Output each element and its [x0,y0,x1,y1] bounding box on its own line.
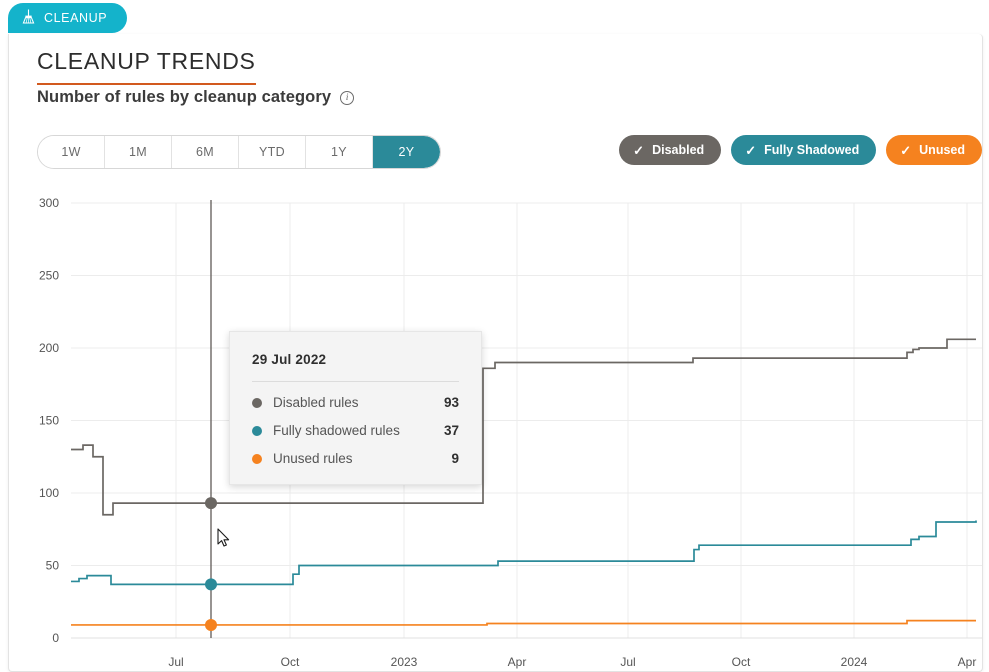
tooltip-value-fully-shadowed: 37 [444,423,459,438]
tooltip-label-unused: Unused rules [273,451,451,466]
y-axis-tick: 200 [39,341,59,355]
series-legend: ✓ Disabled ✓ Fully Shadowed ✓ Unused [619,135,982,165]
x-axis-tick: 2024 [841,655,868,669]
x-axis-tick: Oct [732,655,751,669]
cleanup-trends-card: CLEANUP TRENDS Number of rules by cleanu… [8,34,983,672]
series-dot-fully-shadowed [252,426,262,436]
y-axis-tick: 150 [39,414,59,428]
tab-strip: CLEANUP [0,0,989,36]
chart-canvas[interactable]: 0 50 100 150 200 250 300 Jul Oct 2023 Apr Jul Oct 202… [9,34,983,672]
broom-icon [22,9,35,27]
trend-chart[interactable]: 0 50 100 150 200 250 300 Jul Oct 2023 Apr Jul Oct 202… [9,34,983,672]
y-axis-tick: 300 [39,196,59,210]
legend-pill-unused[interactable]: ✓ Unused [886,135,982,165]
series-line [71,521,976,585]
info-circle-icon[interactable]: i [340,91,354,105]
x-axis-tick: Jul [620,655,635,669]
tooltip-row-unused: Unused rules 9 [252,451,459,466]
range-option-1y[interactable]: 1Y [306,136,373,168]
time-range-selector[interactable]: 1W 1M 6M YTD 1Y 2Y [37,135,441,169]
x-axis-tick: Jul [168,655,183,669]
tooltip-label-fully-shadowed: Fully shadowed rules [273,423,444,438]
hover-marker [205,578,217,590]
series-line [71,621,976,625]
range-option-6m[interactable]: 6M [172,136,239,168]
y-axis-tick: 0 [52,631,59,645]
tooltip-row-fully-shadowed: Fully shadowed rules 37 [252,423,459,438]
x-axis-tick: 2023 [391,655,418,669]
check-icon: ✓ [633,144,644,157]
subtitle-row: Number of rules by cleanup category i [37,88,354,107]
x-axis-tick: Apr [958,655,977,669]
y-axis-tick: 250 [39,269,59,283]
cleanup-trends-page: CLEANUP CLEANUP TRENDS Number of rules b… [0,0,989,672]
series-line [71,339,976,514]
x-axis-tick: Apr [508,655,527,669]
legend-pill-disabled-label: Disabled [652,143,704,157]
tooltip-divider [252,381,459,382]
legend-pill-disabled[interactable]: ✓ Disabled [619,135,721,165]
y-axis-tick: 100 [39,486,59,500]
hover-marker [205,497,217,509]
tooltip-value-unused: 9 [451,451,459,466]
x-axis-tick: Oct [281,655,300,669]
legend-pill-unused-label: Unused [919,143,965,157]
range-option-1m[interactable]: 1M [105,136,172,168]
tab-cleanup-label: CLEANUP [44,11,107,25]
tooltip-label-disabled: Disabled rules [273,395,444,410]
hover-marker [205,619,217,631]
legend-pill-fully-shadowed-label: Fully Shadowed [764,143,859,157]
chart-subtitle: Number of rules by cleanup category [37,88,331,107]
series-dot-disabled [252,398,262,408]
tab-cleanup[interactable]: CLEANUP [8,3,127,33]
check-icon: ✓ [900,144,911,157]
series-dot-unused [252,454,262,464]
check-icon: ✓ [745,144,756,157]
tooltip-row-disabled: Disabled rules 93 [252,395,459,410]
range-option-1w[interactable]: 1W [38,136,105,168]
tooltip-date: 29 Jul 2022 [252,352,459,367]
y-axis-tick: 50 [46,559,60,573]
mouse-cursor [217,528,231,548]
chart-tooltip: 29 Jul 2022 Disabled rules 93 Fully shad… [229,331,482,485]
range-option-ytd[interactable]: YTD [239,136,306,168]
legend-pill-fully-shadowed[interactable]: ✓ Fully Shadowed [731,135,876,165]
page-title: CLEANUP TRENDS [37,48,256,85]
range-option-2y[interactable]: 2Y [373,136,440,168]
tooltip-value-disabled: 93 [444,395,459,410]
